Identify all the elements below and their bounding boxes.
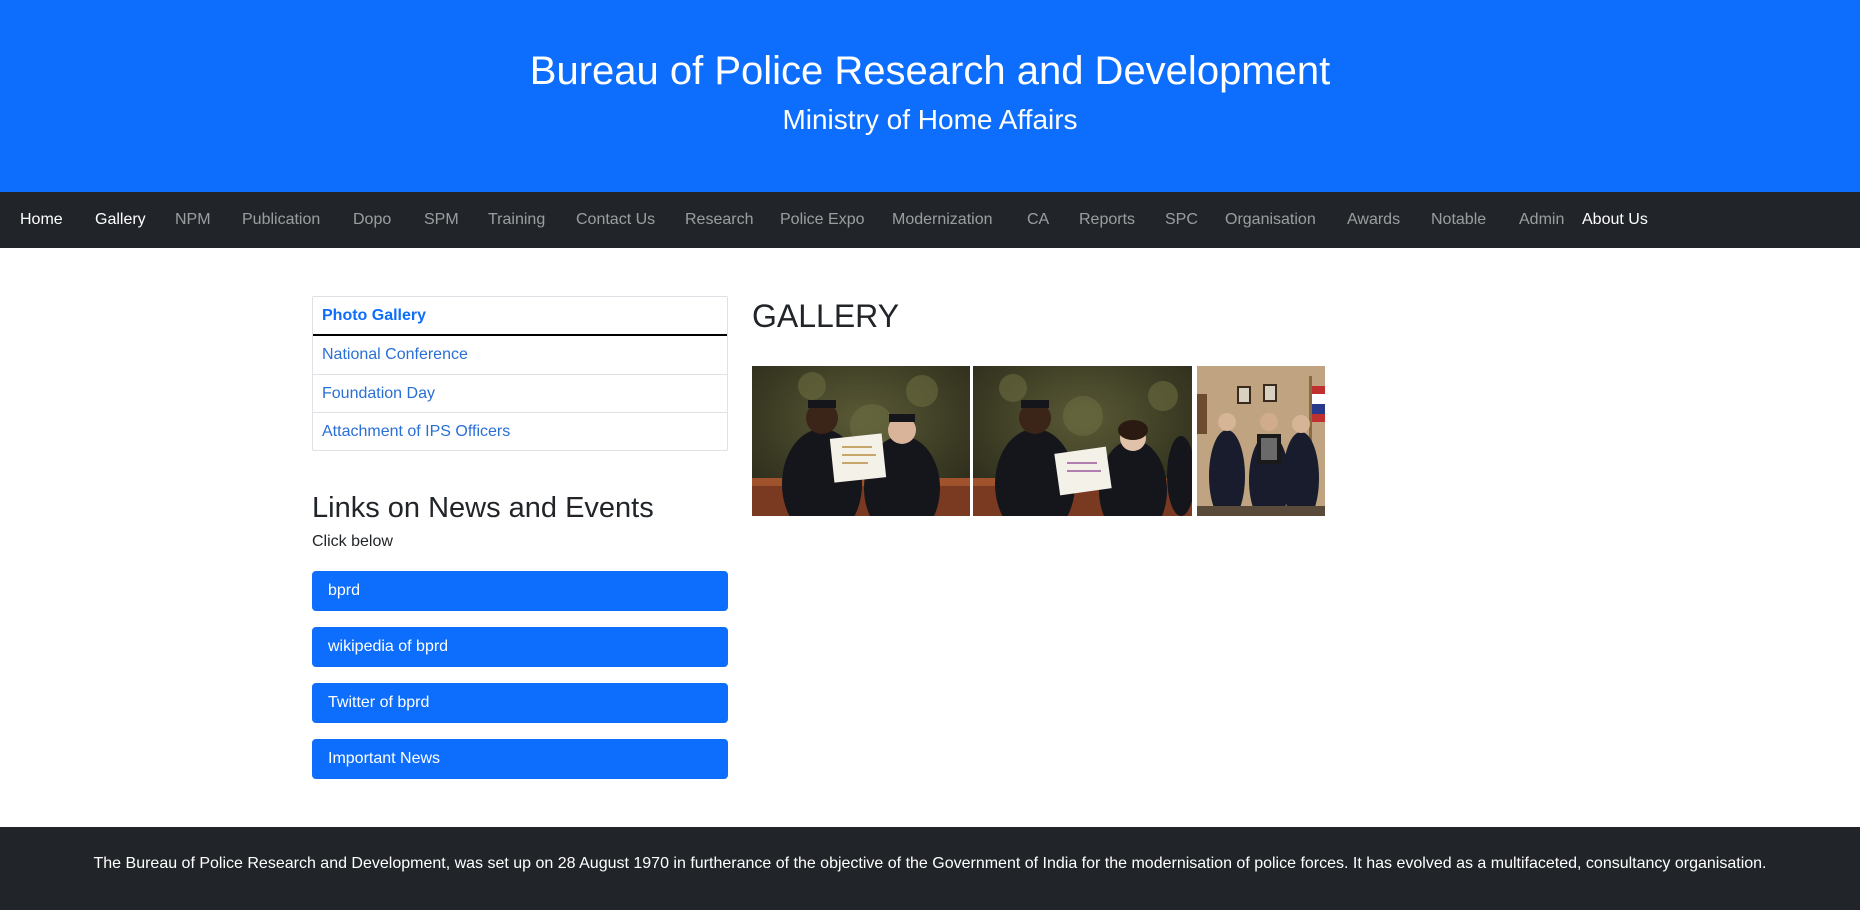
nav-reports[interactable]: Reports — [1079, 192, 1135, 248]
bprd-link-button[interactable]: bprd — [312, 571, 728, 611]
nav-npm[interactable]: NPM — [175, 192, 211, 248]
links-hint: Click below — [312, 533, 393, 550]
gallery-sidebar: Photo Gallery National Conference Founda… — [312, 296, 728, 451]
sidebar-item-national-conference[interactable]: National Conference — [313, 336, 727, 374]
nav-notable[interactable]: Notable — [1431, 192, 1486, 248]
site-subtitle: Ministry of Home Affairs — [782, 104, 1078, 135]
nav-ca[interactable]: CA — [1027, 192, 1049, 248]
nav-admin[interactable]: Admin — [1519, 192, 1564, 248]
nav-spm[interactable]: SPM — [424, 192, 459, 248]
nav-awards[interactable]: Awards — [1347, 192, 1400, 248]
site-title: Bureau of Police Research and Developmen… — [529, 49, 1331, 93]
nav-gallery[interactable]: Gallery — [95, 192, 146, 248]
links-section-title: Links on News and Events — [312, 492, 654, 524]
photo-plaque-presentation — [1197, 366, 1325, 516]
nav-organisation[interactable]: Organisation — [1225, 192, 1316, 248]
nav-dopo[interactable]: Dopo — [353, 192, 391, 248]
photo-award-ceremony-1 — [752, 366, 970, 516]
nav-spc[interactable]: SPC — [1165, 192, 1198, 248]
nav-publication[interactable]: Publication — [242, 192, 320, 248]
site-header: Bureau of Police Research and Developmen… — [0, 0, 1860, 192]
gallery-photo[interactable] — [752, 366, 970, 516]
nav-contact-us[interactable]: Contact Us — [576, 192, 655, 248]
photo-award-ceremony-2 — [973, 366, 1192, 516]
wikipedia-link-button[interactable]: wikipedia of bprd — [312, 627, 728, 667]
gallery-category-list: Photo Gallery National Conference Founda… — [312, 296, 728, 451]
nav-research[interactable]: Research — [685, 192, 753, 248]
nav-police-expo[interactable]: Police Expo — [780, 192, 865, 248]
gallery-photo[interactable] — [973, 366, 1192, 516]
photo-gallery-heading[interactable]: Photo Gallery — [313, 297, 727, 336]
gallery-photo[interactable] — [1197, 366, 1325, 516]
twitter-link-button[interactable]: Twitter of bprd — [312, 683, 728, 723]
important-news-button[interactable]: Important News — [312, 739, 728, 779]
footer-description: The Bureau of Police Research and Develo… — [93, 855, 1767, 872]
site-footer: The Bureau of Police Research and Develo… — [0, 827, 1860, 910]
nav-home[interactable]: Home — [20, 192, 63, 248]
nav-training[interactable]: Training — [488, 192, 545, 248]
nav-modernization[interactable]: Modernization — [892, 192, 993, 248]
gallery-title: GALLERY — [752, 298, 900, 334]
main-navbar: Home Gallery NPM Publication Dopo SPM Tr… — [0, 192, 1860, 248]
sidebar-item-attachment-ips-officers[interactable]: Attachment of IPS Officers — [313, 412, 727, 450]
sidebar-item-foundation-day[interactable]: Foundation Day — [313, 374, 727, 412]
nav-about-us[interactable]: About Us — [1582, 192, 1648, 248]
